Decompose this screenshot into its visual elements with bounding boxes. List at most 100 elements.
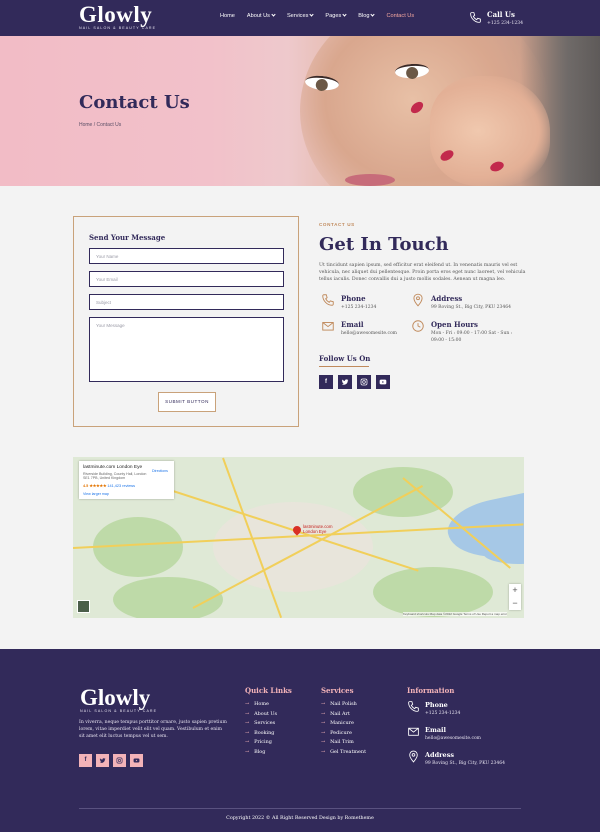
footer-link-label: Blog <box>254 748 266 755</box>
map-park <box>373 567 493 617</box>
map-rating: 4.5 ★★★★★ 141,423 reviews <box>83 483 135 488</box>
map-place-name: lastminute.com London Eye <box>83 465 143 470</box>
footer-link-booking[interactable]: → Booking <box>245 730 274 736</box>
section-eyebrow: CONTACT US <box>319 222 355 227</box>
map-pin-label-line2: London Eye <box>303 528 327 534</box>
map-attribution: Keyboard shortcuts Map data ©2022 Google… <box>403 612 508 616</box>
arrow-right-icon: → <box>245 720 250 726</box>
footer-twitter-icon[interactable] <box>96 754 109 767</box>
hero-image-lips <box>345 174 395 186</box>
logo-tagline: NAIL SALON & BEAUTY CARE <box>79 26 157 30</box>
email-icon <box>322 322 334 331</box>
email-input[interactable]: Your Email <box>89 271 284 287</box>
nav-home[interactable]: Home <box>220 13 235 19</box>
map-pin-label: lastminute.com London Eye <box>303 524 333 535</box>
arrow-right-icon: → <box>245 729 250 736</box>
phone-icon <box>322 294 334 306</box>
footer-instagram-icon[interactable] <box>113 754 126 767</box>
form-title: Send Your Message <box>89 233 166 242</box>
arrow-right-icon: → <box>321 701 326 707</box>
nav-contact[interactable]: Contact Us <box>386 13 414 19</box>
nav-pages-label: Pages <box>325 13 342 19</box>
footer-phone-title: Phone <box>425 701 448 709</box>
footer-service-gel-treatment[interactable]: → Gel Treatment <box>321 749 366 755</box>
youtube-icon[interactable] <box>376 375 390 389</box>
footer-about-text: In viverra, neque tempus porttitor ornar… <box>79 720 227 740</box>
footer-service-nail-polish[interactable]: → Nail Polish <box>321 701 357 707</box>
footer-service-nail-art[interactable]: → Nail Art <box>321 711 350 717</box>
nav-blog[interactable]: Blog <box>358 12 376 19</box>
nav-pages[interactable]: Pages <box>325 12 347 19</box>
instagram-icon[interactable] <box>357 375 371 389</box>
footer-link-label: Pedicure <box>330 729 352 736</box>
location-map[interactable]: lastminute.com London Eye Riverside Buil… <box>73 457 524 618</box>
footer-service-manicure[interactable]: → Manicure <box>321 720 354 726</box>
youtube-glyph-icon <box>379 379 387 385</box>
footer-link-blog[interactable]: → Blog <box>245 749 265 755</box>
footer-divider <box>79 808 521 809</box>
arrow-right-icon: → <box>245 701 250 707</box>
map-directions-button[interactable]: Directions <box>152 469 168 473</box>
map-larger-link[interactable]: View larger map <box>83 492 109 496</box>
arrow-right-icon: → <box>321 710 326 717</box>
follow-title: Follow Us On <box>319 354 371 363</box>
map-place-address: Riverside Building, County Hall, London … <box>83 472 147 481</box>
hours-line-2: 09:00 - 15:00 <box>431 337 462 343</box>
location-pin-icon <box>413 293 423 307</box>
address-value: 99 Roving St., Big City, PKU 23464 <box>431 305 511 310</box>
submit-button[interactable]: SUBMIT BUTTON <box>158 392 216 412</box>
footer-link-label: Nail Art <box>330 710 350 717</box>
site-footer: Glowly NAIL SALON & BEAUTY CARE In viver… <box>0 649 600 832</box>
nav-blog-label: Blog <box>358 13 370 19</box>
twitter-bird-icon <box>99 758 106 763</box>
twitter-icon[interactable] <box>338 375 352 389</box>
arrow-right-icon: → <box>245 710 250 717</box>
subject-input[interactable]: Subject <box>89 294 284 310</box>
email-icon <box>408 727 419 736</box>
footer-email-value[interactable]: hello@awesomesite.com <box>425 736 481 741</box>
nav-services-label: Services <box>286 13 309 19</box>
chevron-down-icon <box>309 12 315 17</box>
facebook-icon[interactable]: f <box>319 375 333 389</box>
copyright-text: Copyright 2022 © All Right Reserved Desi… <box>226 816 374 821</box>
map-satellite-toggle[interactable] <box>77 600 90 613</box>
contact-form: Send Your Message Your Name Your Email S… <box>73 216 299 427</box>
footer-link-home[interactable]: → Home <box>245 701 269 707</box>
footer-address-title: Address <box>425 751 455 759</box>
phone-title: Phone <box>341 294 366 303</box>
arrow-right-icon: → <box>245 739 250 745</box>
footer-service-pedicure[interactable]: → Pedicure <box>321 730 352 736</box>
footer-facebook-icon[interactable]: f <box>79 754 92 767</box>
twitter-bird-icon <box>341 379 349 385</box>
information-title: Information <box>407 686 455 695</box>
breadcrumb[interactable]: Home / Contact Us <box>79 122 121 128</box>
nav-about[interactable]: About Us <box>247 12 276 19</box>
zoom-in-button[interactable]: + <box>509 584 521 597</box>
name-input[interactable]: Your Name <box>89 248 284 264</box>
map-reviews[interactable]: 141,423 reviews <box>107 484 135 488</box>
footer-link-label: Pricing <box>254 739 272 745</box>
footer-phone-value[interactable]: +125 234-1234 <box>425 711 460 716</box>
site-logo[interactable]: Glowly NAIL SALON & BEAUTY CARE <box>79 3 157 30</box>
section-text: Ut tincidunt sapien ipsum, sed efficitur… <box>319 263 526 283</box>
footer-link-label: Nail Polish <box>330 701 357 707</box>
footer-link-services[interactable]: → Services <box>245 720 275 726</box>
email-title: Email <box>341 320 364 329</box>
message-textarea[interactable]: Your Message <box>89 317 284 382</box>
quick-links-title: Quick Links <box>245 686 292 695</box>
email-value[interactable]: hello@awesomesite.com <box>341 331 397 338</box>
call-number: +125 234-1234 <box>487 21 524 26</box>
footer-link-pricing[interactable]: → Pricing <box>245 739 272 745</box>
nav-services[interactable]: Services <box>286 12 315 19</box>
footer-service-nail-trim[interactable]: → Nail Trim <box>321 739 354 745</box>
footer-link-label: Home <box>254 701 269 707</box>
footer-link-label: Gel Treatment <box>330 748 367 755</box>
phone-value[interactable]: +125 234-1234 <box>341 305 376 312</box>
main-nav: Home About Us Services Pages Blog Contac… <box>220 12 426 19</box>
zoom-out-button[interactable]: − <box>509 597 521 610</box>
footer-link-about[interactable]: → About Us <box>245 711 277 717</box>
phone-icon <box>470 12 481 23</box>
footer-logo[interactable]: Glowly NAIL SALON & BEAUTY CARE <box>80 686 157 713</box>
footer-address-value: 99 Roving St., Big City, PKU 23464 <box>425 761 505 766</box>
footer-youtube-icon[interactable] <box>130 754 143 767</box>
